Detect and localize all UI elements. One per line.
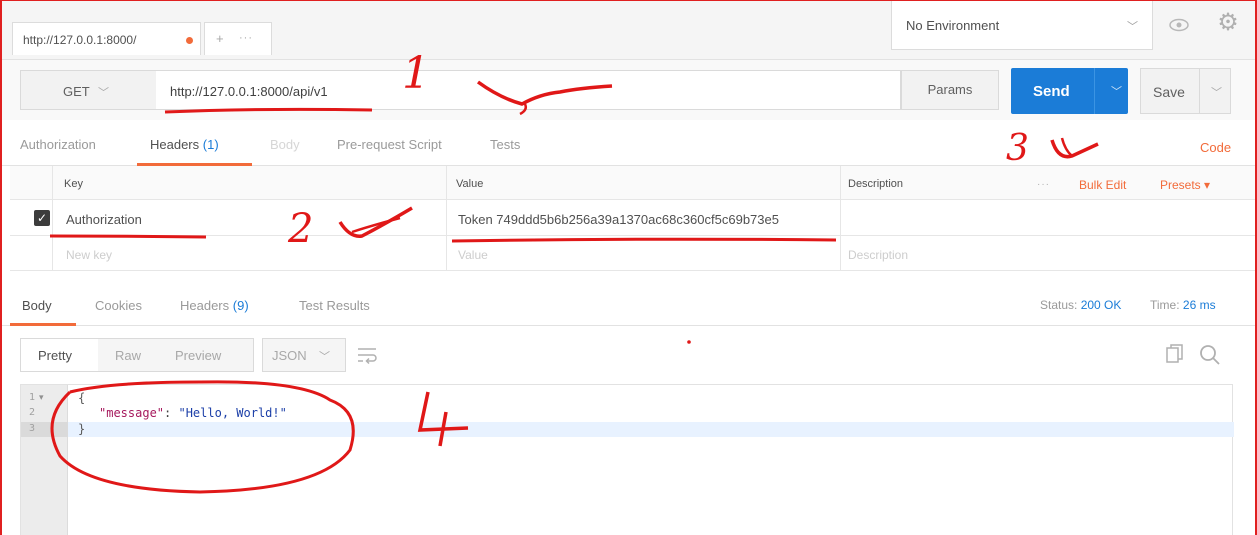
save-label: Save [1153, 84, 1185, 100]
headers-table: Key Value Description ··· Bulk Edit Pres… [10, 166, 1257, 271]
save-divider [1199, 69, 1200, 113]
view-pretty-button[interactable]: Pretty [38, 348, 72, 363]
status-value: 200 OK [1080, 298, 1122, 312]
method-label: GET [63, 84, 90, 99]
column-divider [52, 166, 53, 271]
more-tabs-button[interactable]: ··· [239, 32, 253, 44]
send-button[interactable]: Send ﹀ [1011, 68, 1128, 114]
column-divider [446, 166, 447, 271]
gear-icon[interactable]: ⚙ [1213, 8, 1243, 38]
tab-response-headers-count: (9) [232, 298, 249, 313]
view-raw-button[interactable]: Raw [115, 348, 141, 363]
tab-response-body[interactable]: Body [22, 298, 52, 313]
request-tab-title: http://127.0.0.1:8000/ [23, 33, 137, 47]
view-mode-switch: Pretty Raw Preview [20, 338, 254, 372]
table-header-row: Key Value Description ··· Bulk Edit Pres… [10, 166, 1257, 200]
table-row-new: New key Value Description [10, 236, 1257, 271]
column-value: Value [456, 178, 484, 190]
format-label: JSON [272, 348, 307, 363]
response-editor[interactable]: 1 ▾ 2 3 { "message": "Hello, World!" } [20, 384, 1234, 535]
url-input[interactable]: http://127.0.0.1:8000/api/v1 [156, 70, 901, 110]
wrap-icon[interactable] [355, 343, 379, 367]
json-colon: : [164, 406, 179, 420]
response-tabs: Body Cookies Headers (9) Test Results St… [0, 280, 1257, 326]
column-divider [840, 166, 841, 271]
copy-icon[interactable] [1165, 343, 1185, 365]
tab-body[interactable]: Body [270, 137, 300, 152]
url-value: http://127.0.0.1:8000/api/v1 [170, 84, 328, 99]
active-line-highlight [21, 422, 1234, 437]
line-number: 1 [29, 392, 36, 403]
chevron-down-icon: ﹀ [1127, 21, 1138, 33]
send-divider [1094, 68, 1095, 114]
status-label: Status: [1040, 298, 1078, 312]
chevron-down-icon[interactable]: ﹀ [1211, 84, 1222, 100]
line-number: 2 [29, 407, 36, 418]
tab-actions: + ··· [204, 22, 272, 55]
postman-app: http://127.0.0.1:8000/ + ··· No Environm… [0, 0, 1257, 535]
tab-response-headers[interactable]: Headers (9) [180, 298, 249, 313]
status-readout: Status: 200 OK [1040, 298, 1121, 312]
request-row: GET ﹀ http://127.0.0.1:8000/api/v1 Param… [0, 60, 1257, 120]
time-label: Time: [1150, 298, 1180, 312]
environment-select[interactable]: No Environment ﹀ [891, 0, 1153, 50]
request-tab[interactable]: http://127.0.0.1:8000/ [12, 22, 201, 55]
environment-label: No Environment [906, 18, 1000, 33]
chevron-down-icon: ﹀ [319, 351, 330, 363]
chevron-down-icon: ﹀ [98, 87, 109, 99]
code-line-1: { [78, 391, 86, 405]
new-description-input[interactable]: Description [848, 248, 908, 262]
unsaved-dot-icon [186, 37, 193, 44]
new-value-input[interactable]: Value [458, 248, 488, 262]
json-key: "message" [99, 406, 165, 420]
annotation-label: 2 [288, 206, 314, 252]
fold-icon[interactable]: ▾ [39, 392, 44, 403]
tab-test-results[interactable]: Test Results [299, 298, 370, 313]
header-value-cell[interactable]: Token 749ddd5b6b256a39a1370ac68c360cf5c6… [458, 212, 779, 227]
method-select[interactable]: GET ﹀ [20, 70, 156, 110]
line-number: 3 [29, 423, 36, 434]
tab-response-headers-label: Headers [180, 298, 230, 313]
tab-pre-request-script[interactable]: Pre-request Script [337, 137, 442, 152]
annotation-label: 4 [474, 392, 475, 393]
tab-bar: http://127.0.0.1:8000/ + ··· No Environm… [0, 0, 1257, 60]
params-button[interactable]: Params [901, 70, 999, 110]
tab-cookies[interactable]: Cookies [95, 298, 142, 313]
new-key-input[interactable]: New key [66, 248, 112, 262]
table-row: ✓ Authorization Token 749ddd5b6b256a39a1… [10, 200, 1257, 236]
code-line-3: } [78, 422, 86, 436]
eye-icon[interactable] [1168, 14, 1190, 36]
column-key: Key [64, 178, 83, 190]
chevron-down-icon[interactable]: ﹀ [1111, 83, 1122, 99]
code-line-2: "message": "Hello, World!" [99, 406, 287, 420]
presets-dropdown[interactable]: Presets ▾ [1160, 178, 1210, 192]
annotation-label: 3 [1006, 128, 1029, 169]
column-description: Description [848, 178, 904, 190]
annotation-label: 1 [402, 48, 430, 99]
tab-tests[interactable]: Tests [490, 137, 520, 152]
add-tab-button[interactable]: + [216, 31, 224, 46]
tab-headers-count: (1) [202, 137, 219, 152]
tab-headers[interactable]: Headers (1) [150, 137, 219, 152]
time-readout: Time: 26 ms [1150, 298, 1216, 312]
send-label: Send [1033, 83, 1070, 100]
view-preview-button[interactable]: Preview [175, 348, 221, 363]
tab-authorization[interactable]: Authorization [20, 137, 96, 152]
json-value: "Hello, World!" [178, 406, 287, 420]
time-value: 26 ms [1182, 298, 1216, 312]
tab-headers-label: Headers [150, 137, 200, 152]
request-tabs: Authorization Headers (1) Body Pre-reque… [0, 120, 1257, 166]
more-options-button[interactable]: ··· [1037, 179, 1050, 190]
code-link[interactable]: Code [1200, 140, 1231, 155]
header-key-cell[interactable]: Authorization [66, 212, 142, 227]
check-icon[interactable]: ✓ [34, 210, 50, 226]
save-button[interactable]: Save ﹀ [1140, 68, 1231, 114]
bulk-edit-link[interactable]: Bulk Edit [1079, 178, 1126, 192]
format-select[interactable]: JSON ﹀ [262, 338, 346, 372]
search-icon[interactable] [1198, 343, 1222, 367]
response-toolbar: Pretty Raw Preview JSON ﹀ [0, 326, 1257, 384]
